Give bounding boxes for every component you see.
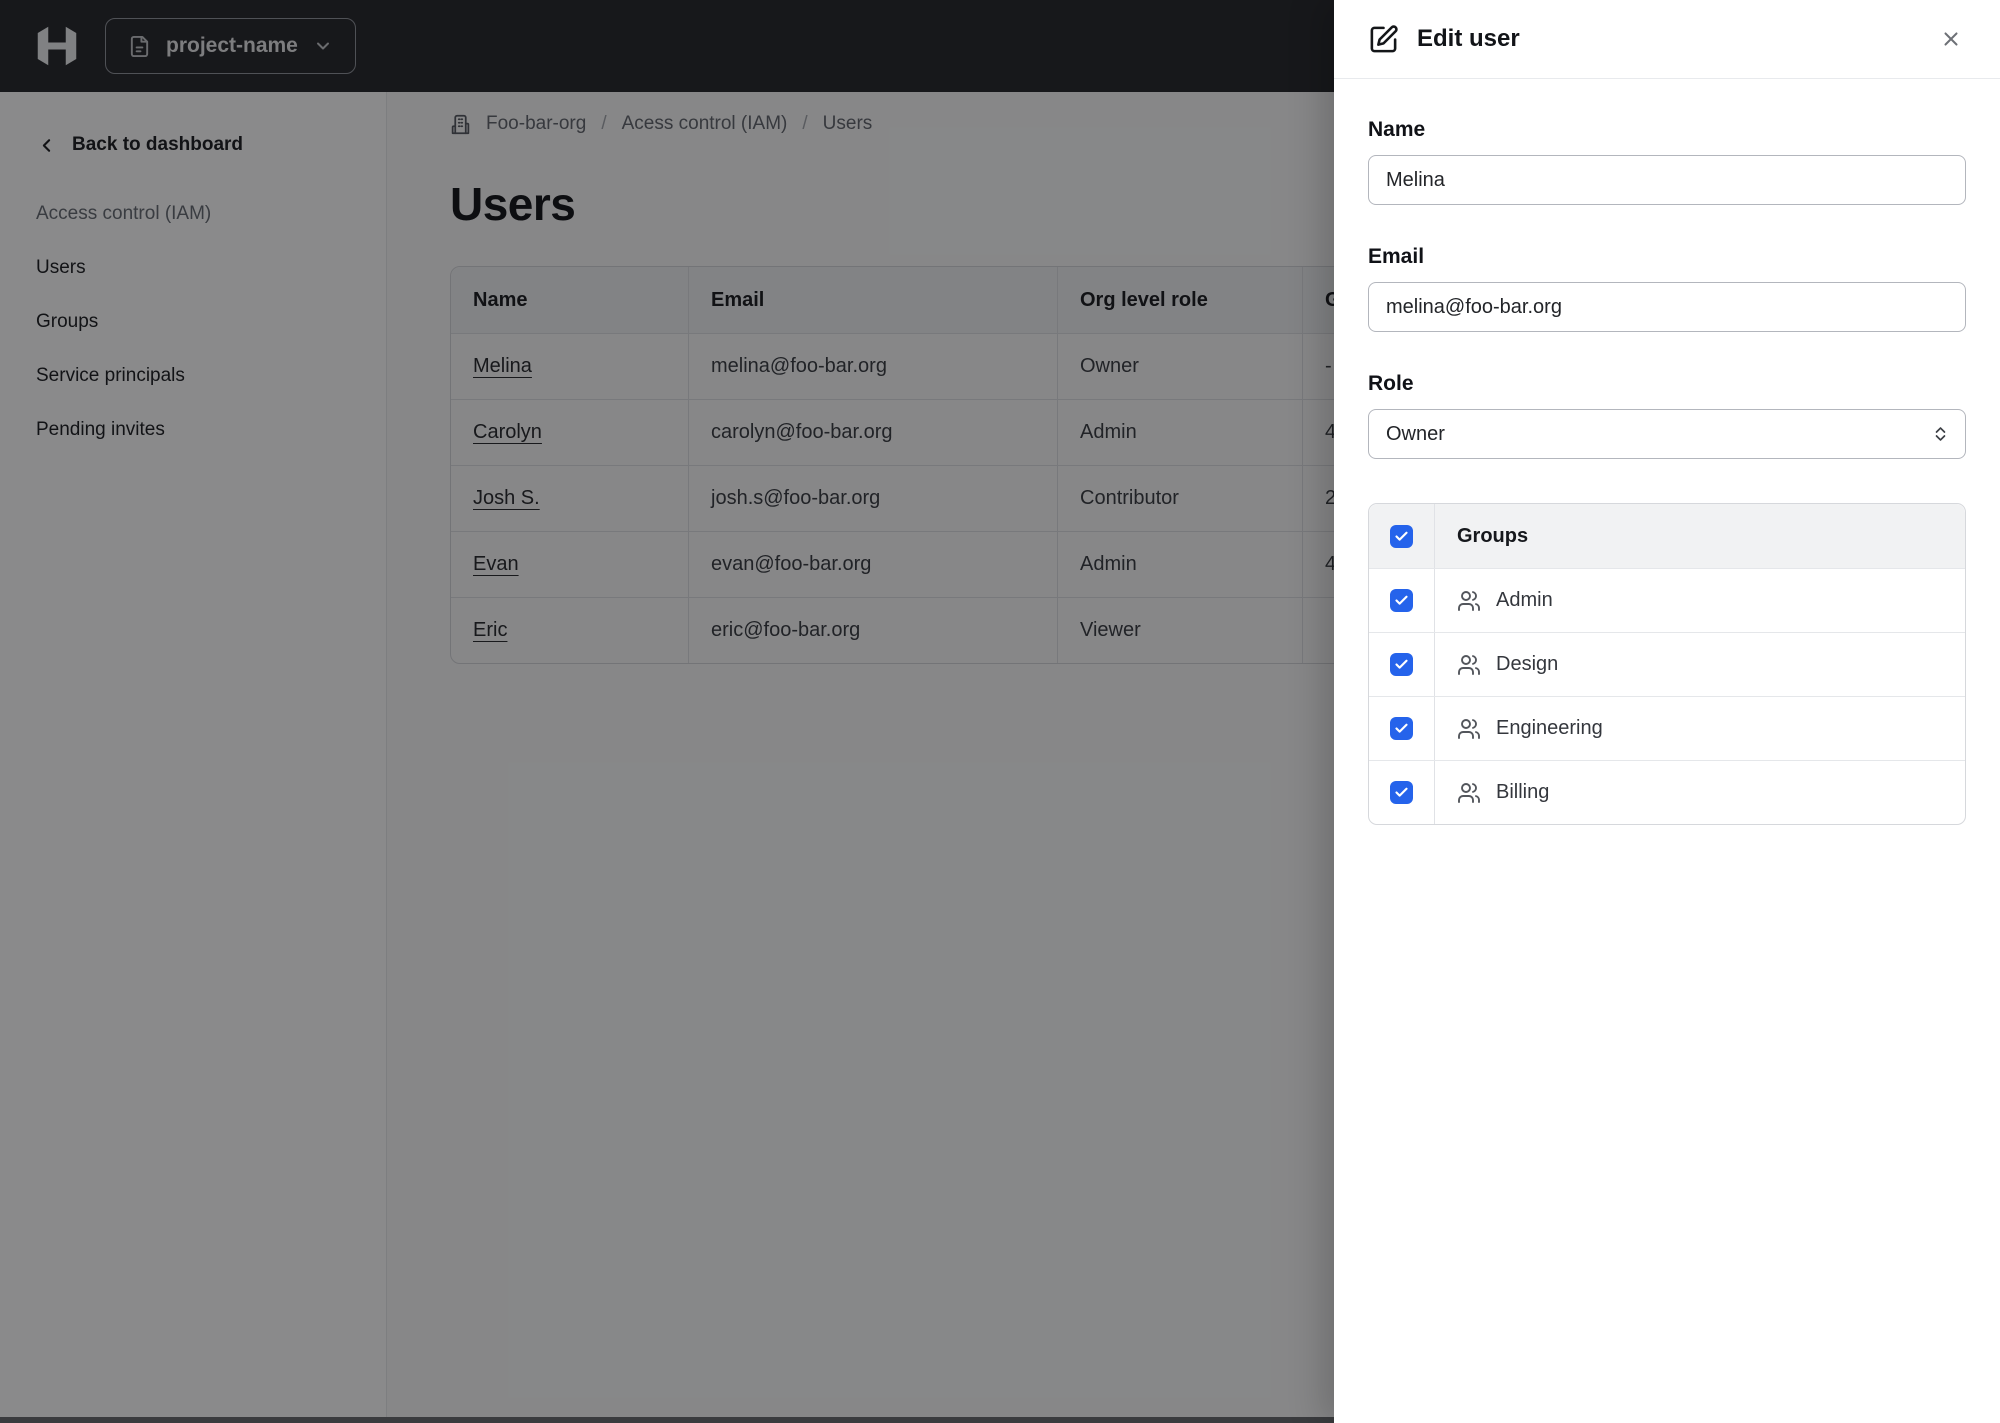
chevrons-up-down-icon [1935, 427, 1946, 441]
group-row: Engineering [1369, 696, 1965, 760]
groups-header-label: Groups [1457, 524, 1529, 547]
users-group-icon [1457, 717, 1481, 741]
name-field[interactable] [1368, 155, 1966, 205]
group-checkbox-cell [1369, 697, 1435, 760]
group-checkbox[interactable] [1390, 653, 1413, 676]
bottom-edge-bar [0, 1417, 1334, 1423]
email-field-group: Email [1368, 245, 1966, 332]
group-checkbox[interactable] [1390, 717, 1413, 740]
group-row: Billing [1369, 760, 1965, 824]
select-all-checkbox[interactable] [1390, 524, 1413, 548]
check-icon [1395, 659, 1408, 669]
check-icon [1395, 723, 1408, 733]
email-field-label: Email [1368, 245, 1425, 268]
group-row: Admin [1369, 568, 1965, 632]
users-group-icon [1457, 781, 1481, 805]
edit-user-drawer: Edit user Name Email Role Owner [1334, 0, 2000, 1423]
group-label: Engineering [1496, 717, 1603, 739]
name-field-label: Name [1368, 118, 1426, 141]
role-selected-value: Owner [1386, 422, 1445, 445]
role-select[interactable]: Owner [1368, 409, 1966, 459]
group-label: Billing [1496, 781, 1550, 803]
drawer-body: Name Email Role Owner [1334, 79, 2000, 825]
group-checkbox-cell [1369, 761, 1435, 824]
check-icon [1395, 595, 1408, 605]
select-all-cell [1369, 504, 1435, 568]
drawer-header: Edit user [1334, 0, 2000, 79]
role-field-label: Role [1368, 372, 1414, 395]
drawer-title: Edit user [1417, 25, 1520, 52]
groups-table: Groups Admin Design Engineering Billing [1368, 503, 1966, 825]
edit-pencil-icon [1370, 24, 1398, 52]
group-label: Design [1496, 653, 1559, 675]
group-label: Admin [1496, 589, 1553, 611]
group-checkbox[interactable] [1390, 781, 1413, 804]
app-screen: project-name Back to dashboard Access co… [0, 0, 2000, 1423]
group-checkbox[interactable] [1390, 589, 1413, 612]
close-button[interactable] [1934, 22, 1968, 56]
users-group-icon [1457, 653, 1481, 677]
close-icon [1944, 32, 1958, 46]
group-checkbox-cell [1369, 569, 1435, 632]
role-field-group: Role Owner [1368, 372, 1966, 459]
group-checkbox-cell [1369, 633, 1435, 696]
email-field[interactable] [1368, 282, 1966, 332]
modal-scrim[interactable] [0, 0, 1334, 1423]
check-icon [1395, 531, 1408, 541]
name-field-group: Name [1368, 118, 1966, 205]
group-row: Design [1369, 632, 1965, 696]
check-icon [1395, 787, 1408, 797]
users-group-icon [1457, 589, 1481, 613]
groups-table-header: Groups [1369, 504, 1965, 568]
